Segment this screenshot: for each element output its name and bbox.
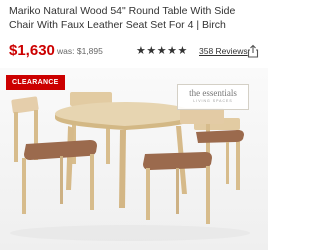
reviews-link[interactable]: 358 Reviews	[199, 46, 248, 56]
rating-stars: ★★★★★	[136, 45, 188, 57]
brand-subtitle: LIVING SPACES	[193, 99, 233, 103]
brand-logo: the essentials LIVING SPACES	[177, 84, 249, 110]
share-icon[interactable]	[246, 44, 260, 58]
clearance-badge: CLEARANCE	[6, 75, 65, 90]
product-title: Mariko Natural Wood 54" Round Table With…	[9, 5, 236, 31]
was-price: was: $1,895	[57, 46, 103, 56]
price-row: $1,630 was: $1,895 ★★★★★ 358 Reviews	[9, 42, 264, 60]
current-price: $1,630	[9, 42, 55, 59]
brand-name: the essentials	[189, 88, 237, 98]
